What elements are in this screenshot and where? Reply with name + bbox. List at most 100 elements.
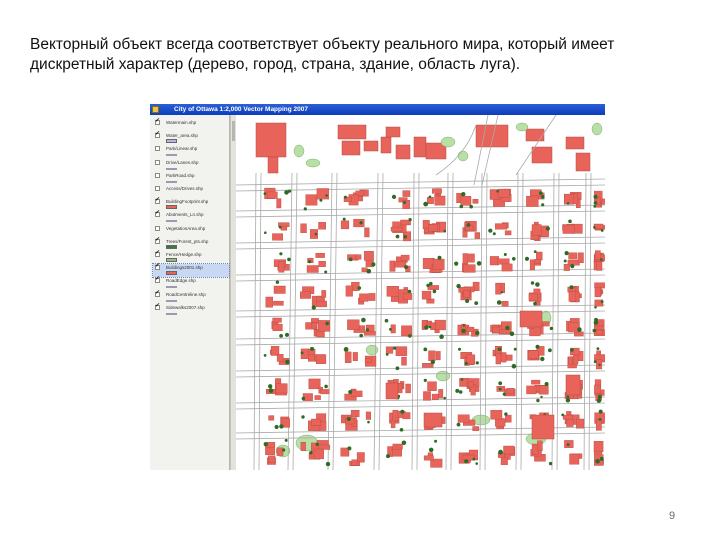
tree bbox=[274, 424, 279, 430]
slide-caption: Векторный объект всегда соответствует об… bbox=[30, 35, 690, 75]
tree bbox=[357, 286, 362, 290]
tree bbox=[456, 422, 461, 427]
tree bbox=[488, 228, 493, 233]
toc-layer[interactable]: Water_area.shp bbox=[153, 130, 229, 145]
toc-layer[interactable]: RoadEdge.shp bbox=[153, 275, 229, 290]
scrollbar-thumb[interactable] bbox=[232, 121, 235, 141]
building bbox=[457, 414, 470, 423]
tree bbox=[544, 382, 549, 386]
tree bbox=[569, 285, 574, 290]
map-view[interactable] bbox=[236, 115, 605, 470]
toc-layer[interactable]: Fence/Hedge.shp bbox=[153, 249, 229, 264]
building bbox=[537, 440, 543, 452]
building bbox=[351, 459, 358, 466]
tree bbox=[475, 361, 479, 365]
tree bbox=[458, 347, 461, 351]
building bbox=[350, 390, 363, 397]
tree bbox=[570, 264, 575, 269]
building bbox=[529, 259, 535, 271]
tree bbox=[400, 409, 405, 414]
layer-symbol-icon bbox=[166, 312, 177, 315]
tree bbox=[496, 300, 502, 305]
building bbox=[272, 323, 283, 332]
tree bbox=[359, 333, 363, 338]
layer-name: Water_area.shp bbox=[166, 133, 198, 139]
tree bbox=[284, 438, 288, 442]
building bbox=[568, 252, 577, 260]
layer-checkbox[interactable] bbox=[155, 146, 160, 152]
layer-name: Watermain.shp bbox=[166, 120, 197, 125]
tree bbox=[301, 415, 305, 419]
window-titlebar[interactable]: City of Ottawa 1:2,000 Vector Mapping 20… bbox=[150, 104, 605, 115]
layer-checkbox[interactable] bbox=[155, 159, 160, 165]
toc-layer[interactable]: Access/Drives.shp bbox=[153, 185, 229, 198]
tree bbox=[536, 398, 540, 403]
tree bbox=[432, 289, 437, 294]
layer-checkbox[interactable] bbox=[155, 186, 160, 191]
building bbox=[267, 442, 276, 448]
layer-checkbox[interactable] bbox=[155, 196, 160, 205]
building bbox=[364, 227, 370, 238]
building bbox=[576, 418, 585, 429]
layer-name: BuildingFootprint.shp bbox=[166, 199, 209, 205]
building bbox=[431, 188, 442, 194]
building bbox=[268, 415, 275, 421]
layer-checkbox[interactable] bbox=[155, 225, 160, 231]
building bbox=[273, 285, 286, 294]
tree bbox=[496, 190, 499, 193]
toc-layer[interactable]: Trees/Forest_pts.shp bbox=[153, 236, 229, 251]
building bbox=[596, 329, 604, 335]
tree bbox=[279, 252, 283, 256]
toc-layer[interactable]: Park/Linear.shp bbox=[153, 145, 229, 158]
tree bbox=[548, 348, 552, 353]
layer-checkbox[interactable] bbox=[155, 236, 160, 244]
building bbox=[467, 253, 475, 263]
layer-checkbox[interactable] bbox=[155, 302, 160, 310]
building bbox=[475, 124, 509, 148]
layer-checkbox[interactable] bbox=[155, 249, 160, 257]
building bbox=[595, 250, 601, 261]
tree bbox=[325, 194, 328, 197]
tree bbox=[565, 398, 571, 403]
tree bbox=[395, 234, 400, 239]
toc-layer[interactable]: RoadCentreline.shp bbox=[153, 289, 229, 304]
tree bbox=[324, 384, 328, 389]
toc-layer[interactable]: Abutments_Ln.shp bbox=[153, 209, 229, 224]
toc-layer[interactable]: Sidewalks2007.shp bbox=[153, 302, 229, 317]
layer-checkbox[interactable] bbox=[155, 172, 160, 178]
tree bbox=[593, 194, 598, 199]
layer-checkbox[interactable] bbox=[155, 117, 160, 125]
building bbox=[427, 381, 437, 392]
building bbox=[504, 230, 512, 236]
layer-checkbox[interactable] bbox=[155, 130, 160, 139]
map-canvas[interactable] bbox=[236, 115, 605, 470]
toc-layer[interactable]: Watermain.shp bbox=[153, 117, 229, 132]
building bbox=[344, 351, 352, 363]
layer-checkbox[interactable] bbox=[155, 262, 160, 271]
building bbox=[503, 445, 515, 455]
tree bbox=[275, 280, 280, 284]
tree bbox=[361, 317, 366, 323]
tree bbox=[594, 306, 597, 309]
layer-checkbox[interactable] bbox=[155, 209, 160, 218]
tree bbox=[598, 418, 602, 421]
tree bbox=[392, 346, 397, 350]
toc-layer[interactable]: Buildings2001.shp bbox=[152, 262, 230, 279]
toc-layer[interactable]: Drive/Lanes.shp bbox=[153, 159, 229, 172]
toc-layer[interactable]: ParkRoad.shp bbox=[153, 172, 229, 185]
building bbox=[390, 226, 403, 232]
toc-layer[interactable]: BuildingFootprint.shp bbox=[153, 196, 229, 211]
layer-checkbox[interactable] bbox=[155, 289, 160, 297]
tree bbox=[454, 261, 459, 266]
building bbox=[526, 385, 537, 395]
building bbox=[528, 293, 538, 301]
tree bbox=[500, 291, 504, 294]
layer-name: Sidewalks2007.shp bbox=[166, 304, 205, 310]
building bbox=[355, 254, 362, 260]
tree bbox=[428, 325, 432, 329]
building bbox=[300, 223, 307, 233]
table-of-contents[interactable]: Watermain.shp Water_area.shp Park/Linear.s… bbox=[150, 115, 230, 470]
building bbox=[423, 455, 434, 461]
toc-layer[interactable]: VegetationArea.shp bbox=[153, 225, 229, 238]
layer-checkbox[interactable] bbox=[155, 275, 160, 284]
